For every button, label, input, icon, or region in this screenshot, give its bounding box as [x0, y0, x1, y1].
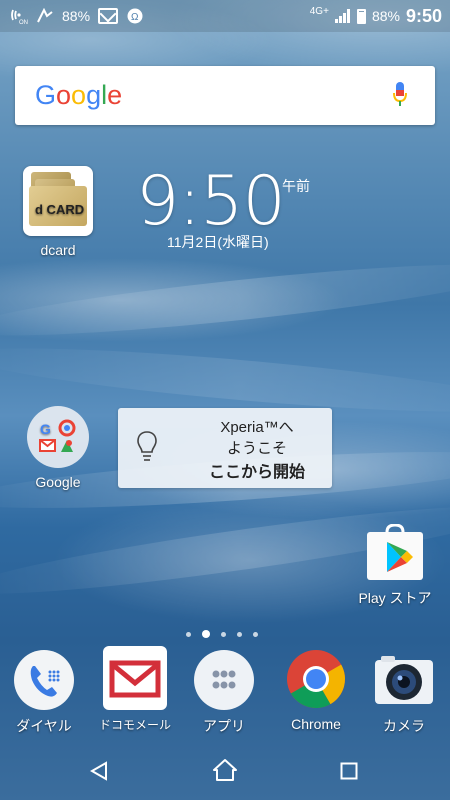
network-type: 4G+: [309, 5, 329, 17]
google-folder-icon: G: [27, 406, 89, 468]
page-dot[interactable]: [202, 630, 210, 638]
app-label: Play ストア: [358, 590, 432, 606]
page-dot[interactable]: [221, 631, 226, 637]
recent-apps-button[interactable]: [340, 762, 358, 784]
app-label: Google: [35, 474, 81, 490]
dcard-icon: d CARD: [23, 166, 93, 236]
notification-icon: [36, 8, 54, 24]
clock-widget-time[interactable]: 9:50: [136, 162, 286, 241]
dock-item-docomo-mail[interactable]: ドコモメール: [94, 646, 176, 733]
microphone-icon[interactable]: [393, 82, 407, 108]
nfc-on-icon: ON: [10, 8, 28, 24]
dock-item-camera[interactable]: カメラ: [366, 652, 442, 736]
lightbulb-icon: [136, 430, 158, 468]
app-label: Chrome: [291, 716, 341, 732]
app-drawer-icon: [194, 650, 254, 710]
dcard-card-text: d CARD: [35, 202, 85, 217]
signal-strength-icon: [334, 9, 351, 23]
mail-notification-icon: [98, 8, 119, 24]
app-label: アプリ: [203, 718, 245, 734]
svg-text:Ω: Ω: [131, 12, 139, 23]
phone-icon: [14, 650, 74, 710]
google-search-bar[interactable]: Google: [15, 66, 435, 125]
back-button[interactable]: [88, 760, 110, 786]
google-logo-letter: e: [107, 80, 123, 110]
page-indicator[interactable]: [186, 630, 258, 638]
page-dot[interactable]: [186, 631, 191, 637]
play-store-icon: [363, 523, 427, 582]
xperia-card-line2: ようこそ: [226, 440, 287, 457]
app-label: ダイヤル: [16, 718, 72, 734]
svg-text:G: G: [40, 421, 51, 437]
dock-item-chrome[interactable]: Chrome: [278, 648, 354, 732]
app-dcard[interactable]: d CARD dcard: [20, 166, 96, 258]
face-notification-icon: Ω: [126, 8, 144, 24]
xperia-welcome-widget[interactable]: Xperia™へ ようこそ ここから開始: [118, 408, 332, 488]
status-time: 9:50: [405, 5, 442, 26]
navigation-bar: [0, 742, 450, 800]
status-bar: ON 88% Ω 4G+ 88% 9:50: [0, 0, 450, 32]
wallpaper-wave: [0, 250, 450, 350]
google-logo-letter: g: [86, 80, 102, 110]
dock-item-apps[interactable]: アプリ: [186, 650, 262, 736]
mail-icon: [103, 646, 167, 710]
dock-item-dial[interactable]: ダイヤル: [6, 650, 82, 736]
status-battery-percent: 88%: [371, 8, 400, 24]
google-logo-letter: G: [35, 80, 57, 110]
svg-text:ON: ON: [19, 20, 28, 24]
app-label: ドコモメール: [98, 718, 171, 732]
camera-icon: [373, 652, 435, 710]
google-logo: Google: [35, 80, 122, 111]
status-battery-percent-left: 88%: [62, 8, 91, 24]
folder-google[interactable]: G Google: [24, 406, 92, 490]
chrome-icon: [285, 648, 347, 710]
google-logo-letter: o: [56, 80, 72, 110]
battery-icon: [356, 8, 366, 24]
clock-widget-date: 11月2日(水曜日): [167, 234, 269, 250]
xperia-card-start: ここから開始: [208, 464, 305, 481]
page-dot[interactable]: [253, 631, 258, 637]
clock-widget-ampm: 午前: [282, 179, 310, 195]
home-button[interactable]: [212, 758, 238, 786]
xperia-card-line1: Xperia™へ: [220, 419, 294, 436]
page-dot[interactable]: [237, 631, 242, 637]
app-label: カメラ: [383, 718, 425, 734]
google-logo-letter: o: [71, 80, 87, 110]
app-label: dcard: [40, 242, 76, 258]
app-play-store[interactable]: Play ストア: [350, 523, 440, 608]
